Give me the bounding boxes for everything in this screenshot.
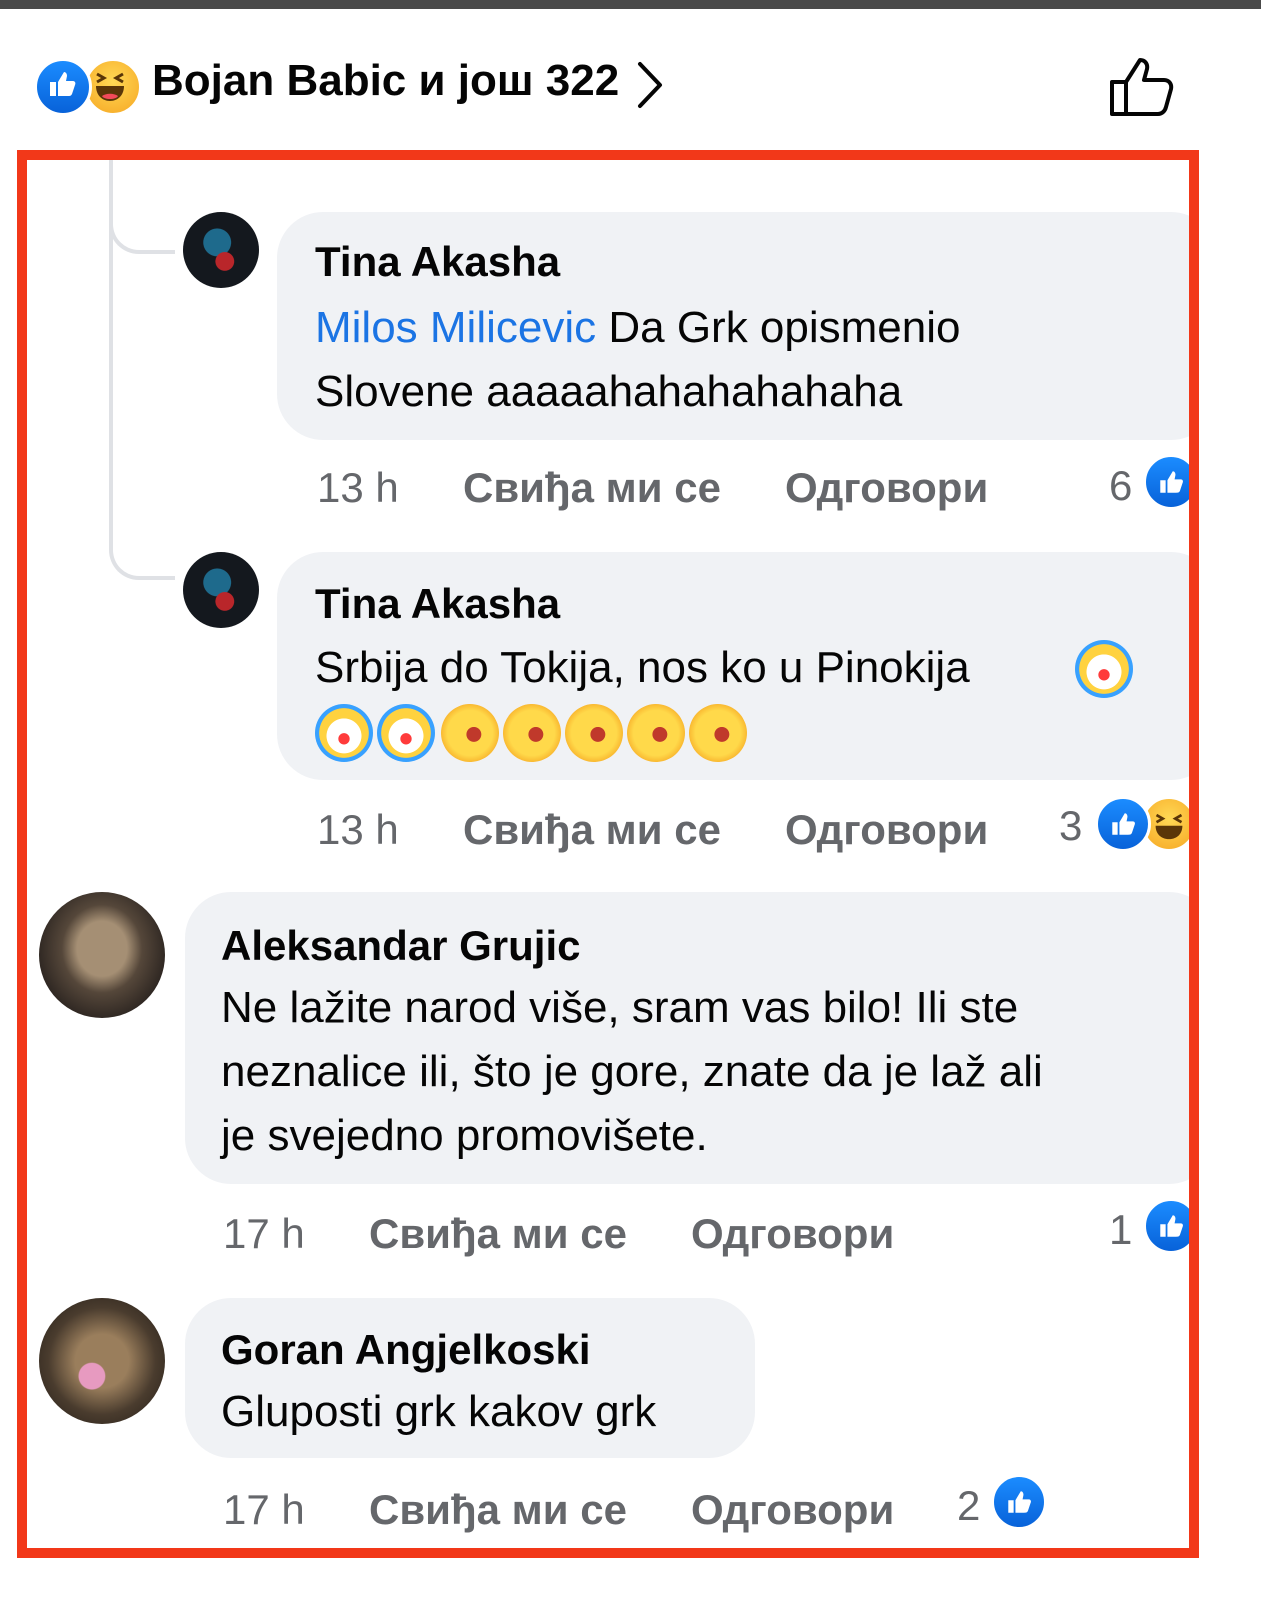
like-comment-button[interactable]: Свиђа ми се bbox=[369, 1486, 627, 1534]
like-icon bbox=[1143, 1198, 1189, 1254]
comment-text-line: Gluposti grk kakov grk bbox=[221, 1387, 657, 1436]
reply-button[interactable]: Одговори bbox=[785, 464, 988, 512]
mention-link[interactable]: Milos Milicevic bbox=[315, 303, 596, 352]
comment-author[interactable]: Aleksandar Grujic bbox=[221, 922, 580, 970]
comment-text: Milos Milicevic Da Grk opismenio bbox=[315, 296, 960, 360]
comment-author[interactable]: Goran Angjelkoski bbox=[221, 1326, 591, 1374]
avatar[interactable] bbox=[39, 1298, 165, 1424]
comment-author[interactable]: Tina Akasha bbox=[315, 580, 560, 628]
comment-text-line: neznalice ili, što je gore, znate da je … bbox=[221, 1047, 1043, 1096]
chevron-right-icon[interactable] bbox=[630, 58, 670, 112]
comment-time[interactable]: 17 h bbox=[223, 1210, 305, 1258]
reaction-count[interactable]: 6 bbox=[1109, 462, 1132, 510]
comment-text-line: Ne lažite narod više, sram vas bilo! Ili… bbox=[221, 983, 1019, 1032]
reactions-summary-label[interactable]: Bojan Babic и још 322 bbox=[152, 56, 619, 106]
clown-face-emoji bbox=[315, 704, 373, 762]
comment-time[interactable]: 13 h bbox=[317, 806, 399, 854]
clown-face-emoji bbox=[377, 704, 435, 762]
reply-button[interactable]: Одговори bbox=[785, 806, 988, 854]
avatar[interactable] bbox=[39, 892, 165, 1018]
top-bar bbox=[0, 0, 1261, 9]
comment-text-line: Slovene aaaaahahahahahaha bbox=[315, 367, 903, 416]
clown-face-emoji bbox=[1075, 640, 1133, 698]
comment-time[interactable]: 13 h bbox=[317, 464, 399, 512]
reply-thread-line bbox=[109, 160, 175, 580]
comment-text-line: Srbija do Tokija, nos ko u Pinokija bbox=[315, 643, 970, 692]
like-icon bbox=[1143, 454, 1189, 510]
avatar[interactable] bbox=[183, 552, 259, 628]
highlight-frame: Tina Akasha Milos Milicevic Da Grk opism… bbox=[17, 150, 1199, 1558]
like-icon bbox=[991, 1474, 1047, 1530]
reply-button[interactable]: Одговори bbox=[691, 1486, 894, 1534]
haha-icon bbox=[84, 58, 142, 116]
like-comment-button[interactable]: Свиђа ми се bbox=[463, 806, 721, 854]
reaction-count[interactable]: 3 bbox=[1059, 802, 1082, 850]
comment-text-line: Da Grk opismenio bbox=[596, 303, 961, 352]
thumbs-up-outline-icon[interactable] bbox=[1106, 50, 1178, 120]
like-icon bbox=[34, 58, 92, 116]
comment-time[interactable]: 17 h bbox=[223, 1486, 305, 1534]
like-comment-button[interactable]: Свиђа ми се bbox=[369, 1210, 627, 1258]
comment-text-line: je svejedno promovišete. bbox=[221, 1111, 708, 1160]
like-comment-button[interactable]: Свиђа ми се bbox=[463, 464, 721, 512]
reaction-count[interactable]: 1 bbox=[1109, 1206, 1132, 1254]
reaction-count[interactable]: 2 bbox=[957, 1482, 980, 1530]
reaction-icons bbox=[34, 58, 142, 116]
comment-author[interactable]: Tina Akasha bbox=[315, 238, 560, 286]
reply-button[interactable]: Одговори bbox=[691, 1210, 894, 1258]
avatar[interactable] bbox=[183, 212, 259, 288]
like-icon bbox=[1095, 796, 1151, 852]
